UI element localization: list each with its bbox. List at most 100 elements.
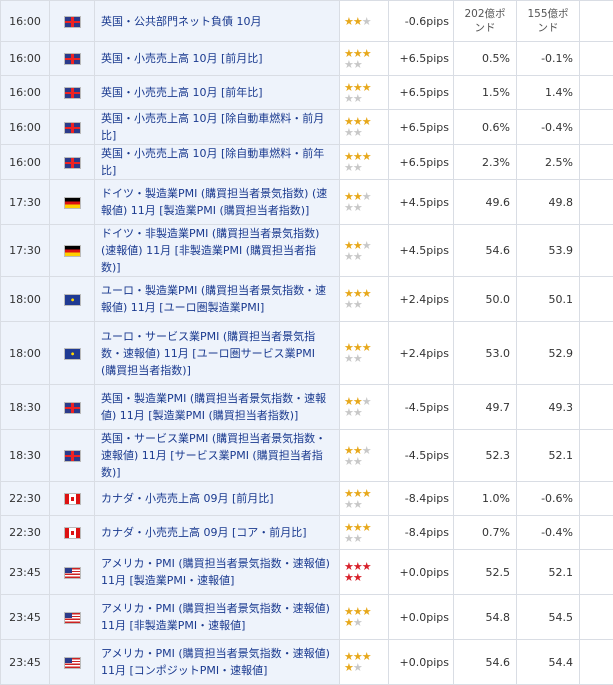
result-value: ---	[580, 640, 613, 685]
importance-stars: ★★★★★	[340, 516, 389, 550]
pips-change: -8.4pips	[389, 516, 454, 550]
event-name: 英国・小売売上高 10月 [前年比]	[95, 76, 340, 110]
event-name: 英国・製造業PMI (購買担当者景気指数・速報値) 11月 [製造業PMI (購…	[95, 385, 340, 430]
pips-change: +6.5pips	[389, 110, 454, 145]
flag-ca-icon	[64, 493, 81, 505]
event-link[interactable]: 英国・小売売上高 10月 [前月比]	[101, 52, 263, 65]
table-row: 16:00英国・小売売上高 10月 [前年比]★★★★★+6.5pips1.5%…	[1, 76, 613, 110]
event-time: 17:30	[1, 180, 50, 225]
event-time: 23:45	[1, 550, 50, 595]
result-value: ---	[580, 1, 613, 42]
star-rating-icon: ★★	[344, 617, 384, 628]
pips-change: +0.0pips	[389, 550, 454, 595]
country-flag-cell	[50, 640, 95, 685]
event-link[interactable]: アメリカ・PMI (購買担当者景気指数・速報値) 11月 [製造業PMI・速報値…	[101, 557, 330, 587]
result-value: ---	[580, 277, 613, 322]
previous-value: -0.6%	[517, 482, 580, 516]
star-rating-icon: ★★	[344, 499, 384, 510]
result-value: ---	[580, 430, 613, 482]
event-link[interactable]: 英国・製造業PMI (購買担当者景気指数・速報値) 11月 [製造業PMI (購…	[101, 392, 326, 422]
forecast-value: 0.7%	[454, 516, 517, 550]
forecast-value: 0.6%	[454, 110, 517, 145]
result-value: ---	[580, 180, 613, 225]
previous-value: 53.9	[517, 225, 580, 277]
country-flag-cell	[50, 110, 95, 145]
importance-stars: ★★★★★	[340, 322, 389, 385]
flag-uk-icon	[64, 450, 81, 462]
forecast-value: 1.5%	[454, 76, 517, 110]
result-value: ---	[580, 550, 613, 595]
pips-change: +6.5pips	[389, 145, 454, 180]
pips-change: +4.5pips	[389, 180, 454, 225]
event-name: 英国・小売売上高 10月 [前月比]	[95, 42, 340, 76]
event-link[interactable]: ドイツ・製造業PMI (購買担当者景気指数) (速報値) 11月 [製造業PMI…	[101, 187, 327, 217]
star-rating-icon: ★★	[344, 251, 384, 262]
flag-uk-icon	[64, 87, 81, 99]
table-row: 23:45 アメリカ・PMI (購買担当者景気指数・速報値) 11月 [製造業PM…	[1, 550, 613, 595]
star-rating-icon: ★★	[344, 299, 384, 310]
table-row: 23:45アメリカ・PMI (購買担当者景気指数・速報値) 11月 [コンポジッ…	[1, 640, 613, 685]
event-link[interactable]: ユーロ・サービス業PMI (購買担当者景気指数・速報値) 11月 [ユーロ圏サー…	[101, 330, 315, 377]
event-link[interactable]: カナダ・小売売上高 09月 [前月比]	[101, 492, 274, 505]
previous-value: 2.5%	[517, 145, 580, 180]
event-time: 16:00	[1, 1, 50, 42]
event-link[interactable]: 英国・小売売上高 10月 [除自動車燃料・前年比]	[101, 147, 324, 177]
result-value: ---	[580, 516, 613, 550]
table-row: 22:30カナダ・小売売上高 09月 [前月比]★★★★★-8.4pips1.0…	[1, 482, 613, 516]
event-name: アメリカ・PMI (購買担当者景気指数・速報値) 11月 [非製造業PMI・速報…	[95, 595, 340, 640]
event-link[interactable]: ドイツ・非製造業PMI (購買担当者景気指数) (速報値) 11月 [非製造業P…	[101, 227, 319, 274]
forecast-value: 1.0%	[454, 482, 517, 516]
country-flag-cell	[50, 516, 95, 550]
forecast-value: 49.6	[454, 180, 517, 225]
table-row: 18:00 ユーロ・サービス業PMI (購買担当者景気指数・速報値) 11月 [ユ…	[1, 322, 613, 385]
importance-stars: ★★★★★	[340, 110, 389, 145]
previous-value: 1.4%	[517, 76, 580, 110]
previous-value: 52.9	[517, 322, 580, 385]
event-name: アメリカ・PMI (購買担当者景気指数・速報値) 11月 [コンポジットPMI・…	[95, 640, 340, 685]
result-value: ---	[580, 225, 613, 277]
importance-stars: ★★★★★	[340, 550, 389, 595]
importance-stars: ★★★★★	[340, 225, 389, 277]
event-link[interactable]: 英国・小売売上高 10月 [前年比]	[101, 86, 263, 99]
country-flag-cell	[50, 277, 95, 322]
result-value: ---	[580, 42, 613, 76]
star-rating-icon: ★★	[344, 202, 384, 213]
event-link[interactable]: カナダ・小売売上高 09月 [コア・前月比]	[101, 526, 307, 539]
country-flag-cell	[50, 322, 95, 385]
event-link[interactable]: 英国・サービス業PMI (購買担当者景気指数・速報値) 11月 [サービス業PM…	[101, 432, 326, 479]
star-rating-icon: ★★	[344, 59, 384, 70]
pips-change: +6.5pips	[389, 76, 454, 110]
forecast-value: 54.6	[454, 640, 517, 685]
star-rating-icon: ★★	[344, 127, 384, 138]
country-flag-cell	[50, 76, 95, 110]
importance-stars: ★★★★★	[340, 277, 389, 322]
pips-change: +6.5pips	[389, 42, 454, 76]
forecast-value: 50.0	[454, 277, 517, 322]
star-rating-icon: ★★	[344, 162, 384, 173]
event-name: カナダ・小売売上高 09月 [コア・前月比]	[95, 516, 340, 550]
event-link[interactable]: アメリカ・PMI (購買担当者景気指数・速報値) 11月 [非製造業PMI・速報…	[101, 602, 330, 632]
table-row: 16:00英国・小売売上高 10月 [除自動車燃料・前月比]★★★★★+6.5p…	[1, 110, 613, 145]
importance-stars: ★★★★★	[340, 42, 389, 76]
event-link[interactable]: アメリカ・PMI (購買担当者景気指数・速報値) 11月 [コンポジットPMI・…	[101, 647, 330, 677]
pips-change: -4.5pips	[389, 385, 454, 430]
flag-uk-icon	[64, 122, 81, 134]
importance-stars: ★★★★★	[340, 430, 389, 482]
event-link[interactable]: ユーロ・製造業PMI (購買担当者景気指数・速報値) 11月 [ユーロ圏製造業P…	[101, 284, 326, 314]
previous-value: 54.4	[517, 640, 580, 685]
table-row: 16:00英国・公共部門ネット負債 10月★★★-0.6pips202億ポンド1…	[1, 1, 613, 42]
table-row: 16:00英国・小売売上高 10月 [除自動車燃料・前年比]★★★★★+6.5p…	[1, 145, 613, 180]
star-rating-icon: ★★	[344, 533, 384, 544]
forecast-value: 52.3	[454, 430, 517, 482]
forecast-value: 52.5	[454, 550, 517, 595]
importance-stars: ★★★★★	[340, 640, 389, 685]
country-flag-cell	[50, 595, 95, 640]
event-link[interactable]: 英国・小売売上高 10月 [除自動車燃料・前月比]	[101, 112, 324, 142]
importance-stars: ★★★★★	[340, 180, 389, 225]
event-time: 16:00	[1, 76, 50, 110]
event-link[interactable]: 英国・公共部門ネット負債 10月	[101, 15, 262, 28]
previous-value: -0.4%	[517, 516, 580, 550]
country-flag-cell	[50, 180, 95, 225]
event-time: 18:00	[1, 322, 50, 385]
previous-value: -0.4%	[517, 110, 580, 145]
